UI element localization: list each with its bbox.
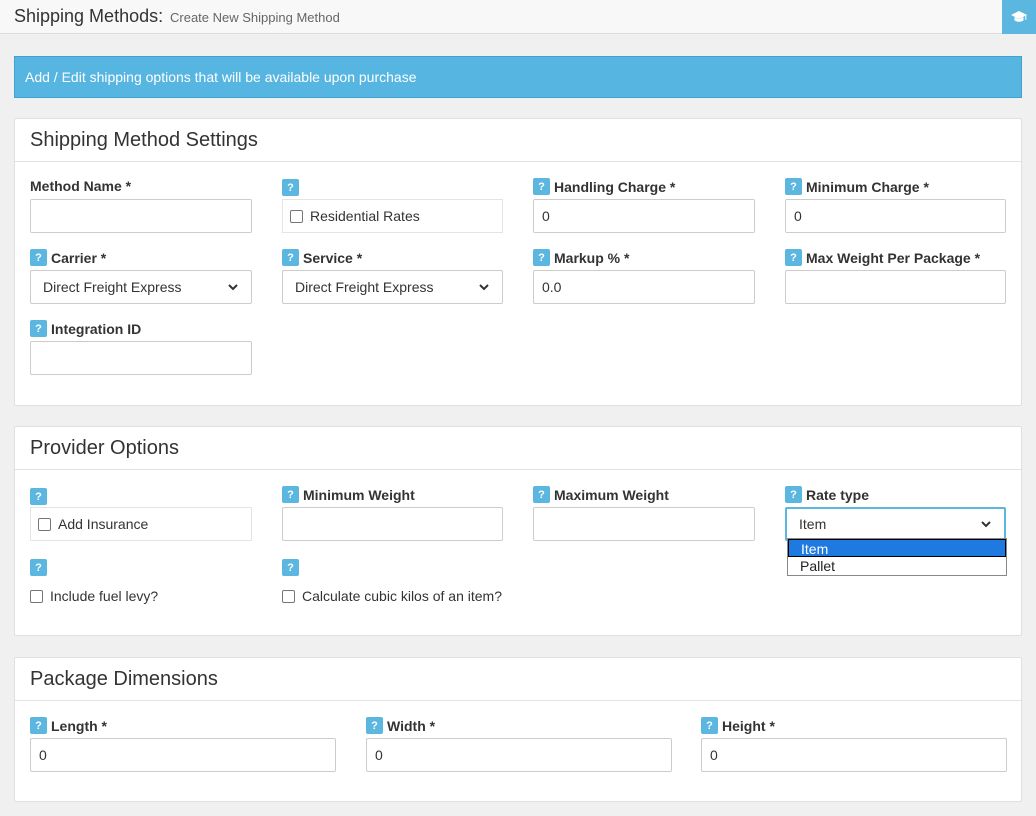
- calculate-cubic-kilos-checkbox[interactable]: Calculate cubic kilos of an item?: [282, 588, 502, 604]
- panel-title: Package Dimensions: [15, 658, 1021, 701]
- help-icon[interactable]: ?: [30, 717, 47, 734]
- info-banner: Add / Edit shipping options that will be…: [14, 56, 1022, 98]
- help-icon[interactable]: ?: [785, 178, 802, 195]
- markup-label: ? Markup % *: [533, 249, 629, 266]
- service-select[interactable]: Direct Freight Express: [282, 270, 503, 304]
- chevron-down-icon: [228, 284, 238, 291]
- page-title: Shipping Methods:: [14, 6, 164, 26]
- info-text: Add / Edit shipping options that will be…: [25, 69, 417, 85]
- length-input[interactable]: 0: [30, 738, 336, 772]
- height-input[interactable]: 0: [701, 738, 1007, 772]
- maximum-weight-label: ? Maximum Weight: [533, 486, 669, 503]
- rate-type-select[interactable]: Item: [785, 507, 1006, 541]
- minimum-weight-label: ? Minimum Weight: [282, 486, 415, 503]
- help-icon[interactable]: ?: [785, 249, 802, 266]
- include-fuel-levy-checkbox[interactable]: Include fuel levy?: [30, 588, 158, 604]
- residential-rates-checkbox[interactable]: Residential Rates: [282, 199, 503, 233]
- handling-charge-input[interactable]: 0: [533, 199, 755, 233]
- maximum-weight-input[interactable]: [533, 507, 755, 541]
- help-icon[interactable]: ?: [366, 717, 383, 734]
- width-label: ? Width *: [366, 717, 435, 734]
- help-icon[interactable]: ?: [785, 486, 802, 503]
- help-icon[interactable]: ?: [282, 179, 299, 196]
- service-label: ? Service *: [282, 249, 362, 266]
- help-icon[interactable]: ?: [533, 249, 550, 266]
- chevron-down-icon: [981, 521, 991, 528]
- help-icon[interactable]: ?: [282, 249, 299, 266]
- checkbox-icon[interactable]: [30, 589, 43, 603]
- integration-id-label: ? Integration ID: [30, 320, 141, 337]
- minimum-weight-input[interactable]: [282, 507, 503, 541]
- provider-options-panel: Provider Options ? Add Insurance ? Minimu…: [14, 426, 1022, 636]
- max-weight-per-package-input[interactable]: [785, 270, 1006, 304]
- max-weight-per-package-label: ? Max Weight Per Package *: [785, 249, 980, 266]
- carrier-select[interactable]: Direct Freight Express: [30, 270, 252, 304]
- chevron-down-icon: [479, 284, 489, 291]
- minimum-charge-label: ? Minimum Charge *: [785, 178, 929, 195]
- handling-charge-label: ? Handling Charge *: [533, 178, 675, 195]
- markup-input[interactable]: 0.0: [533, 270, 755, 304]
- help-icon[interactable]: ?: [282, 559, 299, 576]
- method-name-input[interactable]: [30, 199, 252, 233]
- panel-title: Shipping Method Settings: [15, 119, 1021, 162]
- width-input[interactable]: 0: [366, 738, 672, 772]
- shipping-method-settings-panel: Shipping Method Settings Method Name * ?…: [14, 118, 1022, 406]
- add-insurance-checkbox[interactable]: Add Insurance: [30, 507, 252, 541]
- help-icon[interactable]: ?: [701, 717, 718, 734]
- help-icon[interactable]: ?: [533, 486, 550, 503]
- rate-type-option-item[interactable]: Item: [788, 539, 1006, 557]
- help-icon[interactable]: ?: [30, 249, 47, 266]
- page-subtitle: Create New Shipping Method: [170, 10, 340, 25]
- rate-type-option-pallet[interactable]: Pallet: [788, 557, 1006, 575]
- rate-type-label: ? Rate type: [785, 486, 869, 503]
- minimum-charge-input[interactable]: 0: [785, 199, 1006, 233]
- top-bar: Shipping Methods: Create New Shipping Me…: [0, 0, 1036, 34]
- integration-id-input[interactable]: [30, 341, 252, 375]
- checkbox-icon[interactable]: [282, 589, 295, 603]
- rate-type-dropdown: Item Pallet: [787, 538, 1007, 576]
- method-name-label: Method Name *: [30, 178, 132, 194]
- graduation-cap-icon[interactable]: [1002, 0, 1036, 34]
- panel-title: Provider Options: [15, 427, 1021, 470]
- carrier-label: ? Carrier *: [30, 249, 106, 266]
- help-icon[interactable]: ?: [30, 488, 47, 505]
- checkbox-icon[interactable]: [38, 517, 51, 531]
- checkbox-icon[interactable]: [290, 209, 303, 223]
- height-label: ? Height *: [701, 717, 775, 734]
- help-icon[interactable]: ?: [30, 320, 47, 337]
- length-label: ? Length *: [30, 717, 107, 734]
- package-dimensions-panel: Package Dimensions ? Length * 0 ? Width * …: [14, 657, 1022, 802]
- help-icon[interactable]: ?: [533, 178, 550, 195]
- help-icon[interactable]: ?: [30, 559, 47, 576]
- help-icon[interactable]: ?: [282, 486, 299, 503]
